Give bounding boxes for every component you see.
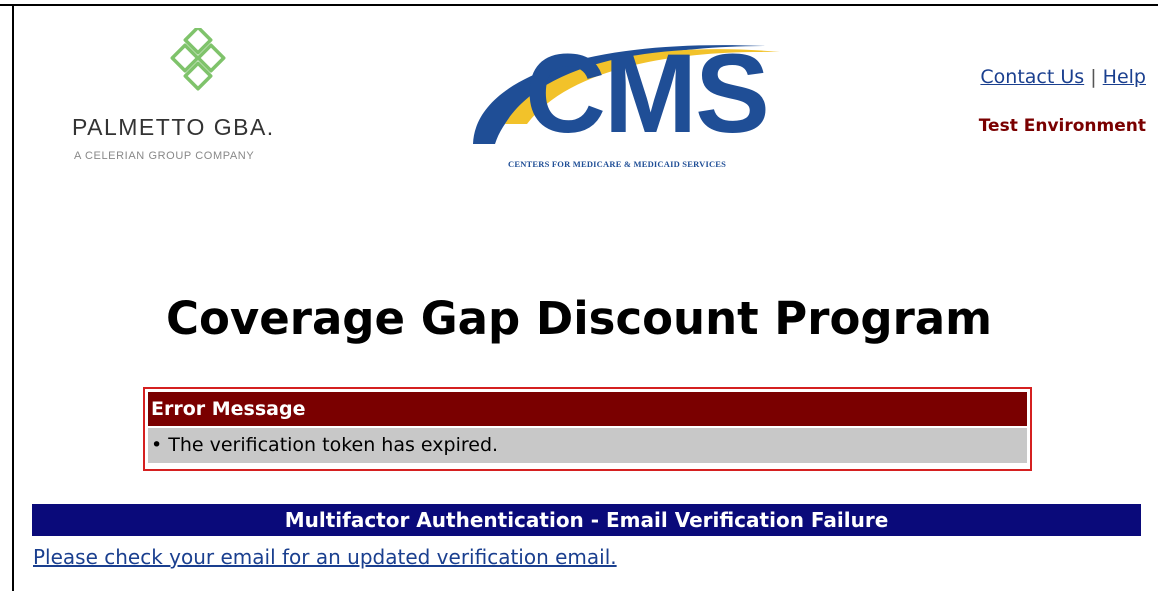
top-links: Contact Us | Help xyxy=(980,66,1146,88)
error-message-box: Error Message • The verification token h… xyxy=(143,387,1032,471)
mfa-section-header: Multifactor Authentication - Email Verif… xyxy=(32,504,1141,536)
contact-us-link[interactable]: Contact Us xyxy=(980,66,1084,88)
palmetto-tagline: A CELERIAN GROUP COMPANY xyxy=(74,150,255,162)
palmetto-gba-logo: PALMETTO GBA. A CELERIAN GROUP COMPANY xyxy=(52,28,352,178)
cms-logo: CMS CENTERS FOR MEDICARE & MEDICAID SERV… xyxy=(445,26,850,176)
page-frame-top xyxy=(0,4,1158,6)
cms-letters: CMS xyxy=(525,31,770,156)
check-email-link[interactable]: Please check your email for an updated v… xyxy=(33,545,617,569)
error-text: • The verification token has expired. xyxy=(148,428,1027,463)
error-heading: Error Message xyxy=(148,392,1027,426)
help-link[interactable]: Help xyxy=(1103,66,1146,88)
palmetto-leaf-icon xyxy=(170,28,226,91)
palmetto-name: PALMETTO GBA. xyxy=(72,114,275,140)
link-separator: | xyxy=(1084,66,1103,88)
page-title: Coverage Gap Discount Program xyxy=(165,292,993,345)
environment-label: Test Environment xyxy=(978,116,1146,136)
cms-subtitle: CENTERS FOR MEDICARE & MEDICAID SERVICES xyxy=(508,159,727,169)
